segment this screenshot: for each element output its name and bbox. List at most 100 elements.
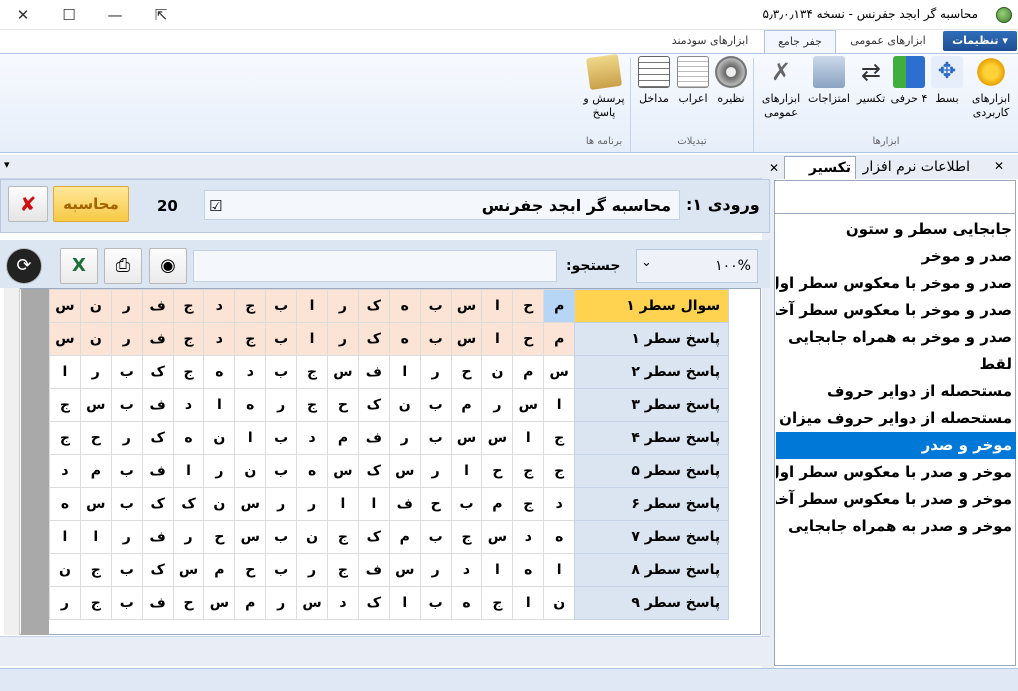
grid-cell[interactable]: ب	[419, 520, 452, 554]
grid-cell[interactable]: ب	[110, 355, 143, 389]
calculate-button[interactable]: محاسبه	[53, 186, 129, 222]
grid-cell[interactable]: ا	[388, 355, 421, 389]
grid-cell[interactable]: ن	[49, 553, 81, 587]
grid-cell[interactable]: ک	[141, 487, 174, 521]
grid-cell[interactable]: ب	[265, 520, 298, 554]
grid-cell[interactable]: ک	[141, 553, 174, 587]
grid-cell[interactable]: م	[512, 355, 545, 389]
grid-cell[interactable]: م	[543, 289, 576, 323]
grid-cell[interactable]: ب	[265, 553, 298, 587]
grid-cell[interactable]: ب	[110, 454, 143, 488]
grid-cell[interactable]: ف	[141, 289, 174, 323]
grid-cell[interactable]: ا	[296, 322, 329, 356]
grid-cell[interactable]: ر	[172, 520, 205, 554]
grid-cell[interactable]: ه	[512, 553, 545, 587]
grid-cell[interactable]: ن	[296, 520, 329, 554]
input-field[interactable]: محاسبه گر ابجد جفرنس ☑	[204, 190, 680, 220]
grid-cell[interactable]: د	[234, 355, 267, 389]
general-tools-button[interactable]: ✗ ابزارهای عمومی	[756, 56, 806, 120]
grid-cell[interactable]: م	[79, 454, 112, 488]
grid-cell[interactable]: ح	[172, 586, 205, 620]
grid-cell[interactable]: ف	[357, 553, 390, 587]
grid-cell[interactable]: ج	[450, 520, 483, 554]
grid-cell[interactable]: ن	[203, 421, 236, 455]
grid-cell[interactable]: ا	[512, 421, 545, 455]
grid-cell[interactable]: ف	[357, 355, 390, 389]
grid-cell[interactable]: س	[296, 586, 329, 620]
grid-cell[interactable]: ر	[481, 388, 514, 422]
grid-cell[interactable]: ب	[450, 487, 483, 521]
grid-cell[interactable]: ر	[296, 487, 329, 521]
grid-cell[interactable]: ا	[481, 289, 514, 323]
search-input[interactable]	[193, 250, 557, 282]
grid-cell[interactable]: ک	[357, 289, 390, 323]
row-header[interactable]: پاسخ سطر ۸	[574, 553, 730, 587]
grid-cell[interactable]: ر	[327, 322, 359, 356]
grid-cell[interactable]: ح	[79, 421, 112, 455]
grid-cell[interactable]: ک	[141, 355, 174, 389]
grid-cell[interactable]: ک	[141, 421, 174, 455]
grid-cell[interactable]: م	[543, 322, 576, 356]
grid-cell[interactable]: ح	[234, 553, 267, 587]
grid-cell[interactable]: ر	[327, 289, 359, 323]
grid-cell[interactable]: ج	[172, 322, 205, 356]
grid-cell[interactable]: ا	[296, 289, 329, 323]
grid-cell[interactable]: س	[543, 355, 576, 389]
grid-cell[interactable]: م	[327, 421, 359, 455]
row-header[interactable]: پاسخ سطر ۴	[574, 421, 730, 455]
grid-cell[interactable]: ا	[388, 586, 421, 620]
grid-cell[interactable]: س	[327, 454, 359, 488]
grid-cell[interactable]: س	[172, 553, 205, 587]
grid-cell[interactable]: ج	[296, 355, 329, 389]
grid-cell[interactable]: ه	[296, 454, 329, 488]
grid-cell[interactable]: ا	[49, 355, 81, 389]
grid-cell[interactable]: ر	[419, 454, 452, 488]
four-letter-button[interactable]: ۴ حرفی	[890, 56, 928, 106]
grid-cell[interactable]: ح	[512, 289, 545, 323]
row-header[interactable]: سوال سطر ۱	[574, 289, 730, 323]
grid-cell[interactable]: ف	[141, 586, 174, 620]
grid-cell[interactable]: ک	[357, 388, 390, 422]
grid-cell[interactable]: ف	[141, 388, 174, 422]
grid-cell[interactable]: ج	[49, 388, 81, 422]
grid-cell[interactable]: ج	[512, 454, 545, 488]
list-item[interactable]: لقط	[776, 351, 1016, 378]
grid-cell[interactable]: ب	[265, 421, 298, 455]
row-header[interactable]: پاسخ سطر ۹	[574, 586, 730, 620]
grid-cell[interactable]: ح	[450, 355, 483, 389]
nazireh-button[interactable]: نظیره	[712, 56, 750, 106]
grid-cell[interactable]: ر	[265, 388, 298, 422]
grid-cell[interactable]: ف	[141, 520, 174, 554]
grid-cell[interactable]: د	[450, 553, 483, 587]
emtezajat-button[interactable]: امتزاجات	[806, 56, 852, 106]
list-item[interactable]: موخر و صدر با معکوس سطر آخر	[776, 486, 1016, 513]
grid-cell[interactable]: ج	[79, 553, 112, 587]
madakhel-button[interactable]: مداخل	[634, 56, 674, 106]
grid-cell[interactable]: ن	[203, 487, 236, 521]
grid-cell[interactable]: ه	[450, 586, 483, 620]
grid-cell[interactable]: ر	[110, 421, 143, 455]
grid-cell[interactable]: د	[203, 289, 236, 323]
row-header[interactable]: پاسخ سطر ۶	[574, 487, 730, 521]
list-item[interactable]: مستحصله از دوایر حروف میزان نفس	[776, 405, 1016, 432]
screenshot-button[interactable]: ◉	[149, 248, 187, 284]
grid-cell[interactable]: ا	[481, 553, 514, 587]
grid-cell[interactable]: ن	[234, 454, 267, 488]
grid-cell[interactable]: ر	[203, 454, 236, 488]
grid-cell[interactable]: د	[512, 520, 545, 554]
zoom-select[interactable]: ۱۰۰% ⌄	[636, 249, 758, 283]
grid-cell[interactable]: س	[450, 421, 483, 455]
earab-button[interactable]: اعراب	[674, 56, 712, 106]
list-item[interactable]: موخر و صدر	[776, 432, 1016, 459]
grid-cell[interactable]: س	[234, 520, 267, 554]
list-item[interactable]: مستحصله از دوایر حروف	[776, 378, 1016, 405]
grid-cell[interactable]: ر	[265, 487, 298, 521]
grid-cell[interactable]: س	[450, 289, 483, 323]
grid-cell[interactable]: ه	[543, 520, 576, 554]
row-header[interactable]: پاسخ سطر ۵	[574, 454, 730, 488]
grid-cell[interactable]: ک	[357, 454, 390, 488]
bast-button[interactable]: ✥ بسط	[928, 56, 966, 106]
grid-cell[interactable]: س	[79, 487, 112, 521]
grid-cell[interactable]: ف	[357, 421, 390, 455]
grid-cell[interactable]: ح	[512, 322, 545, 356]
